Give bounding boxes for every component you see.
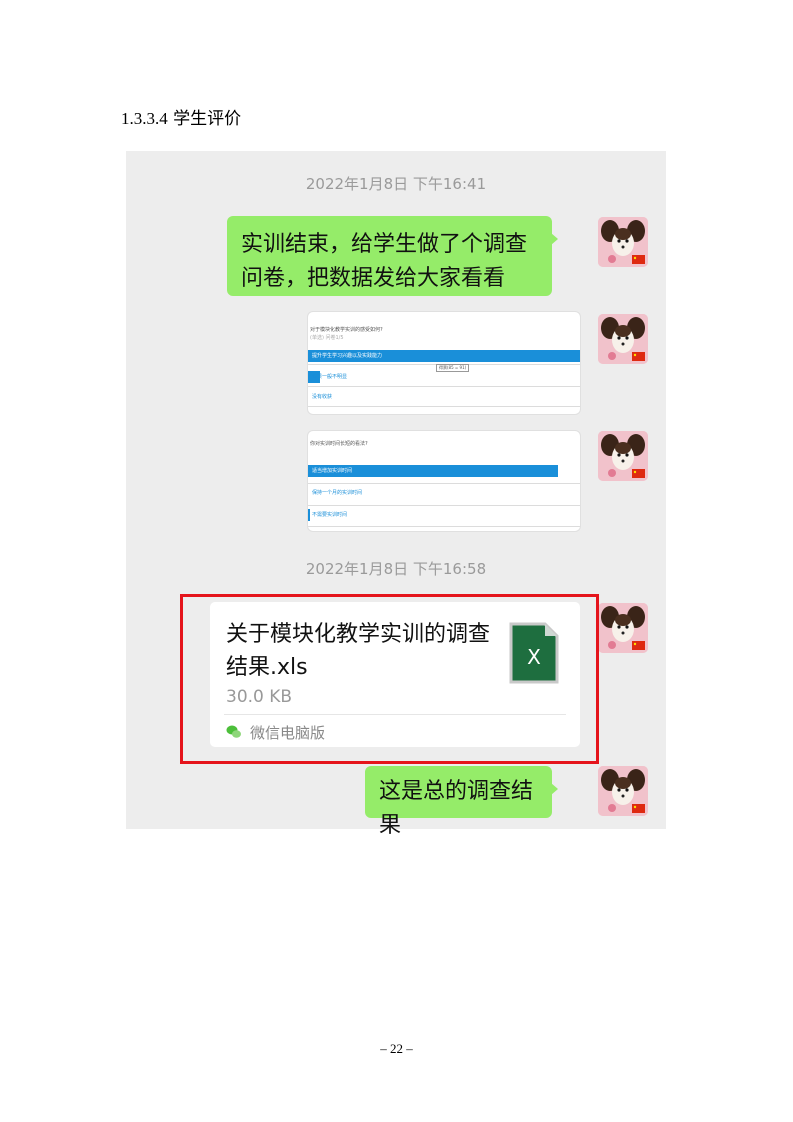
timestamp: 2022年1月8日 下午16:58 [305, 560, 487, 578]
message-bubble[interactable]: 实训结束，给学生做了个调查问卷，把数据发给大家看看 [227, 216, 558, 296]
survey-option: 适当增加实训时间 [312, 468, 353, 474]
dog-avatar-icon [598, 314, 648, 364]
survey-screenshot[interactable]: 对于模块化教学实训的感受如何? (单选) 问卷1/5 提升学生学习兴趣以及实践能… [308, 312, 580, 414]
survey-option: 不需要实训时间 [312, 512, 348, 518]
avatar[interactable] [598, 603, 648, 653]
divider [308, 505, 580, 506]
section-number: 1.3.3.4 [121, 109, 168, 128]
survey-question: 对于模块化教学实训的感受如何? [310, 327, 383, 333]
survey-screenshot[interactable]: 你对实训时间长短的看法? 适当增加实训时间 保持一个月的实训时间 不需要实训时间 [308, 431, 580, 531]
survey-option: 保持一个月的实训时间 [312, 490, 363, 496]
dog-avatar-icon [598, 431, 648, 481]
avatar[interactable] [598, 766, 648, 816]
survey-option: 提升学生学习兴趣以及实践能力 [312, 353, 383, 359]
page-number: – 22 – [380, 1041, 413, 1056]
section-heading: 1.3.3.4 学生评价 [121, 104, 241, 129]
divider [308, 406, 580, 407]
survey-question: 你对实训时间长短的看法? [310, 441, 368, 447]
avatar[interactable] [598, 431, 648, 481]
avatar[interactable] [598, 314, 648, 364]
dog-avatar-icon [598, 766, 648, 816]
timestamp: 2022年1月8日 下午16:41 [305, 175, 487, 193]
message-bubble[interactable]: 这是总的调查结果 [365, 766, 558, 838]
divider [308, 526, 580, 527]
avatar[interactable] [598, 217, 648, 267]
divider [308, 483, 580, 484]
message-text: 实训结束，给学生做了个调查问卷，把数据发给大家看看 [241, 232, 528, 291]
dog-avatar-icon [598, 603, 648, 653]
survey-subtitle: (单选) 问卷1/5 [310, 335, 344, 341]
dog-avatar-icon [598, 217, 648, 267]
vote-tag: 得票(85 = 91) [436, 364, 470, 372]
message-text: 这是总的调查结果 [379, 779, 534, 838]
divider [308, 386, 580, 387]
section-title: 学生评价 [173, 109, 242, 129]
survey-option: 效果一般不明显 [312, 374, 348, 380]
survey-option: 没有收获 [312, 394, 333, 400]
highlight-frame [180, 594, 599, 764]
